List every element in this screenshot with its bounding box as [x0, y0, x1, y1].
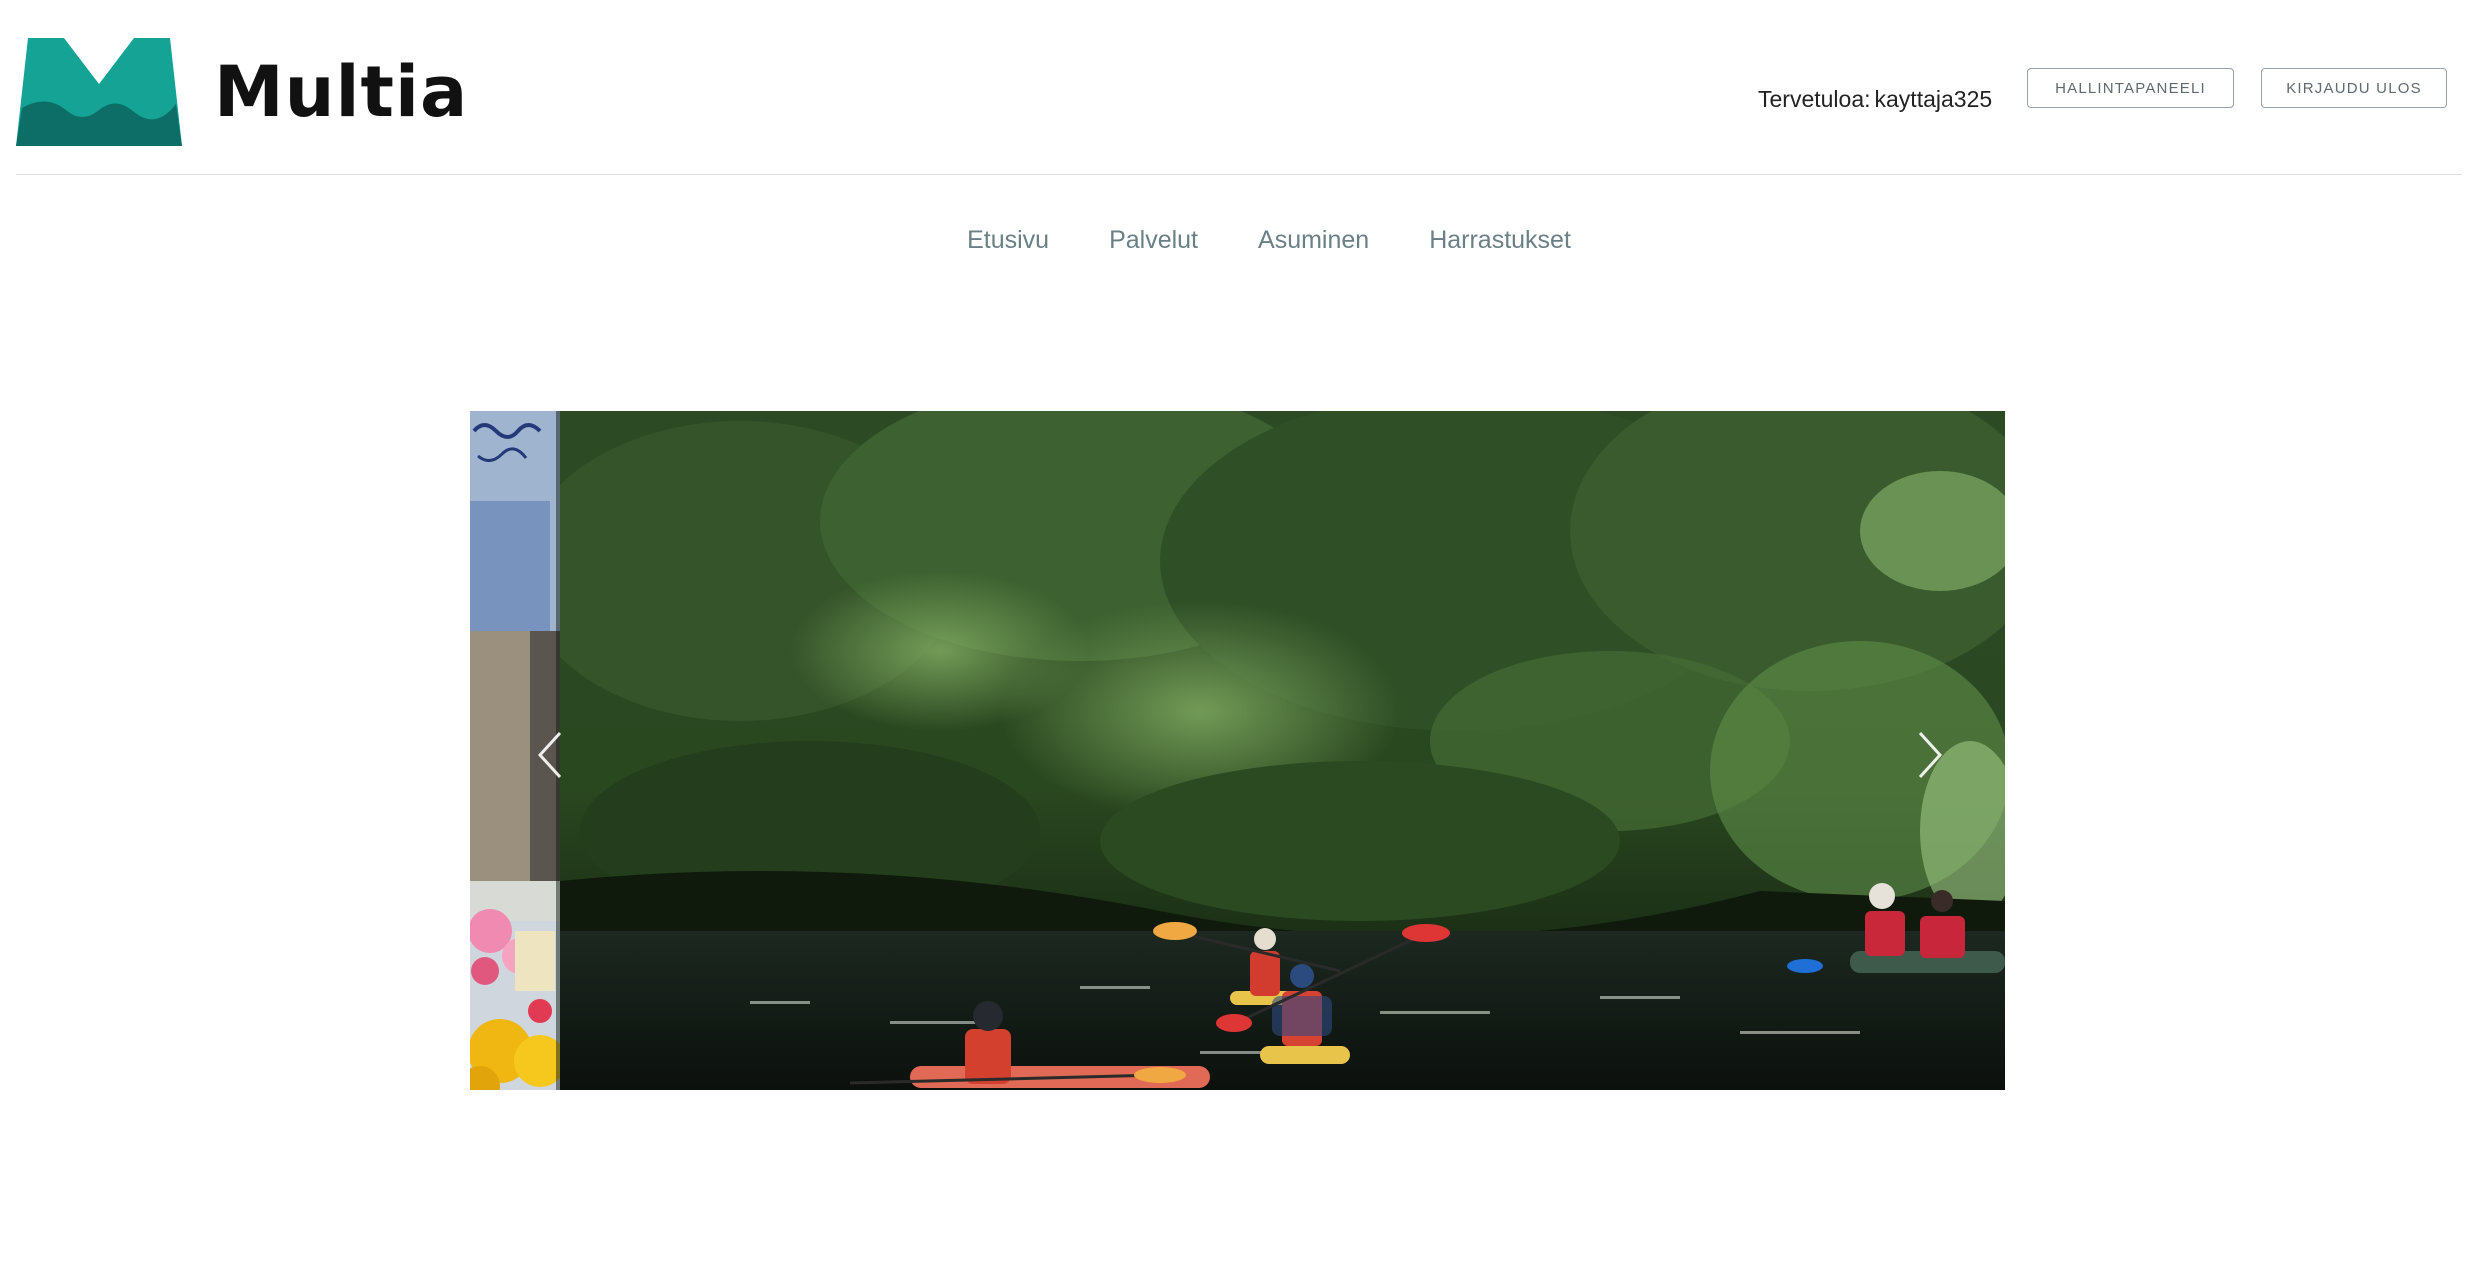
carousel-slide-active	[560, 411, 2005, 1090]
nav-list: Etusivu Palvelut Asuminen Harrastukset	[967, 226, 1571, 255]
chevron-left-icon[interactable]	[530, 727, 570, 783]
dashboard-button[interactable]: HALLINTAPANEELI	[2027, 68, 2234, 108]
image-carousel[interactable]	[470, 411, 2005, 1090]
welcome-text: Tervetuloa: kayttaja325	[1758, 86, 1992, 113]
river-kayaking-photo	[560, 411, 2005, 1090]
nav-item-harrastukset[interactable]: Harrastukset	[1429, 226, 1571, 255]
nav-item-etusivu[interactable]: Etusivu	[967, 226, 1049, 255]
main-nav: Etusivu Palvelut Asuminen Harrastukset	[0, 226, 2488, 255]
page: Multia Tervetuloa: kayttaja325 HALLINTAPA…	[0, 0, 2488, 1281]
multia-logo-icon	[16, 38, 182, 146]
site-logo[interactable]: Multia	[16, 38, 468, 146]
nav-item-palvelut[interactable]: Palvelut	[1109, 226, 1198, 255]
header-divider	[16, 174, 2462, 175]
logout-button[interactable]: KIRJAUDU ULOS	[2261, 68, 2447, 108]
welcome-label: Tervetuloa:	[1758, 86, 1871, 112]
chevron-right-icon[interactable]	[1910, 727, 1950, 783]
username: kayttaja325	[1874, 86, 1993, 112]
nav-item-asuminen[interactable]: Asuminen	[1258, 226, 1369, 255]
logo-wordmark: Multia	[214, 51, 469, 133]
